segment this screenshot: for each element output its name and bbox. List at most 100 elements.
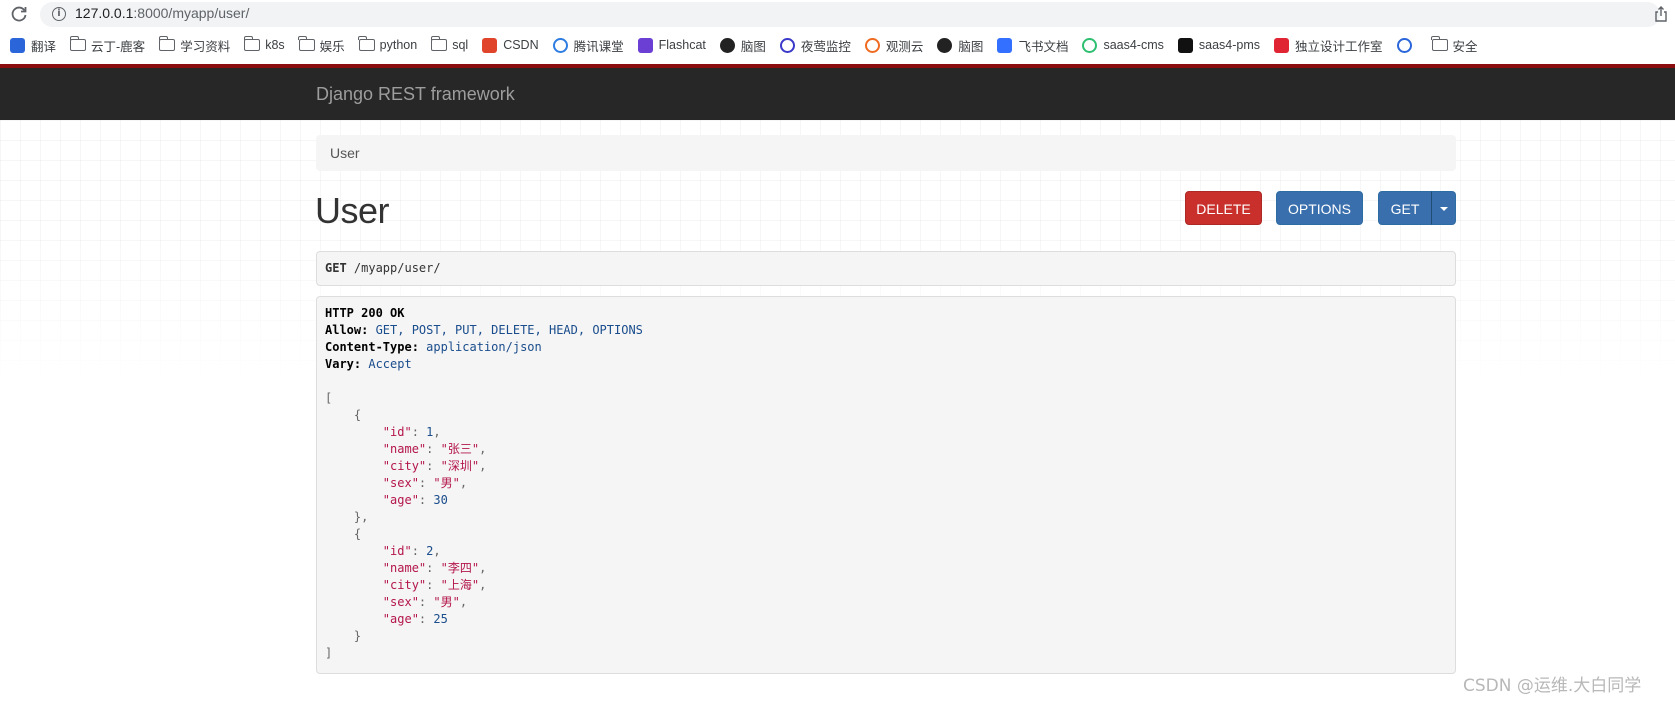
json-object-close: }, bbox=[325, 510, 369, 524]
json-field: "name": "李四", bbox=[382, 561, 487, 575]
share-icon[interactable] bbox=[1654, 6, 1668, 22]
json-key: "id" bbox=[382, 544, 412, 558]
bookmark-item[interactable]: k8s bbox=[243, 35, 285, 53]
json-key: "id" bbox=[382, 425, 412, 439]
bookmark-item[interactable]: 安全 bbox=[1431, 35, 1478, 55]
feishu-doc-icon bbox=[997, 37, 1013, 53]
response-header: Content-Type: application/json bbox=[325, 339, 1447, 356]
delete-button[interactable]: DELETE bbox=[1185, 191, 1262, 225]
bookmark-item[interactable]: saas4-pms bbox=[1177, 37, 1261, 53]
json-key: "name" bbox=[382, 561, 427, 575]
bookmark-item[interactable] bbox=[1396, 37, 1418, 53]
watermark: CSDN @运维.大白同学 bbox=[1463, 676, 1642, 696]
bookmark-item[interactable]: 独立设计工作室 bbox=[1274, 36, 1383, 55]
json-field: "sex": "男", bbox=[382, 476, 468, 490]
json-key: "city" bbox=[382, 459, 427, 473]
bookmark-label: sql bbox=[452, 38, 469, 52]
bookmark-item[interactable]: CSDN bbox=[482, 37, 539, 53]
bookmark-label: 安全 bbox=[1452, 39, 1478, 54]
mindmap-owl-icon bbox=[719, 37, 735, 53]
breadcrumb-item-user[interactable]: User bbox=[330, 145, 360, 161]
json-key: "sex" bbox=[382, 476, 419, 490]
bookmark-label: 云丁-鹿客 bbox=[91, 39, 146, 54]
json-value: 25 bbox=[433, 612, 448, 626]
json-object-open: { bbox=[325, 527, 362, 541]
response-status: HTTP 200 OK bbox=[325, 306, 405, 320]
bookmark-item[interactable]: 云丁-鹿客 bbox=[69, 35, 146, 55]
request-method: GET bbox=[325, 261, 347, 275]
response-header: Allow: GET, POST, PUT, DELETE, HEAD, OPT… bbox=[325, 322, 1447, 339]
json-field: "city": "上海", bbox=[382, 578, 487, 592]
url-text[interactable]: 127.0.0.1:8000/myapp/user/ bbox=[75, 5, 249, 21]
response-header-key: Allow: bbox=[325, 323, 369, 337]
bookmark-label: 观测云 bbox=[885, 39, 924, 54]
bookmark-label: Flashcat bbox=[658, 38, 706, 52]
json-field: "age": 30 bbox=[382, 493, 448, 507]
bookmark-label: 独立设计工作室 bbox=[1295, 39, 1383, 54]
url-bar[interactable] bbox=[40, 2, 1660, 27]
bookmark-item[interactable]: sql bbox=[430, 35, 469, 53]
json-object-close: } bbox=[325, 629, 362, 643]
bookmark-item[interactable]: python bbox=[358, 35, 418, 53]
options-button[interactable]: OPTIONS bbox=[1276, 191, 1363, 225]
page-title: User bbox=[315, 190, 390, 231]
response-header-value: application/json bbox=[418, 340, 542, 354]
folder-icon bbox=[358, 35, 375, 53]
bookmark-item[interactable]: 夜莺监控 bbox=[779, 36, 851, 55]
json-object-open: { bbox=[325, 408, 362, 422]
response-info: HTTP 200 OK Allow: GET, POST, PUT, DELET… bbox=[316, 296, 1456, 674]
bookmark-item[interactable]: 学习资料 bbox=[158, 35, 230, 55]
saas-pms-icon bbox=[1177, 37, 1193, 53]
folder-icon bbox=[430, 35, 448, 53]
flashcat-icon bbox=[637, 37, 653, 53]
request-info: GET /myapp/user/ bbox=[316, 251, 1456, 286]
navbar: Django REST framework bbox=[0, 68, 1675, 120]
bookmark-item[interactable]: Flashcat bbox=[637, 37, 706, 53]
bookmark-label: saas4-pms bbox=[1198, 38, 1261, 52]
bookmark-item[interactable]: 脑图 bbox=[937, 36, 983, 55]
json-value: 30 bbox=[433, 493, 448, 507]
tencent-class-icon bbox=[552, 37, 568, 53]
bookmark-item[interactable]: saas4-cms bbox=[1082, 37, 1164, 53]
json-key: "age" bbox=[382, 493, 419, 507]
bookmark-label: 脑图 bbox=[740, 39, 766, 54]
url-host: 127.0.0.1 bbox=[75, 5, 134, 21]
link-icon bbox=[1396, 37, 1412, 53]
bookmark-label: 夜莺监控 bbox=[800, 39, 851, 54]
bookmark-label: 飞书文档 bbox=[1018, 39, 1069, 54]
json-key: "age" bbox=[382, 612, 419, 626]
json-field: "age": 25 bbox=[382, 612, 448, 626]
nightingale-icon bbox=[779, 37, 795, 53]
bookmark-item[interactable]: 飞书文档 bbox=[997, 36, 1068, 55]
get-format-dropdown[interactable] bbox=[1431, 191, 1456, 225]
reload-icon[interactable] bbox=[10, 5, 28, 23]
bookmark-item[interactable]: 翻译 bbox=[10, 36, 56, 55]
json-value: "李四" bbox=[440, 561, 480, 575]
bookmark-item[interactable]: 腾讯课堂 bbox=[552, 36, 624, 55]
caret-down-icon bbox=[1440, 207, 1448, 211]
mindmap-owl-icon bbox=[937, 37, 953, 53]
translate-icon bbox=[10, 37, 25, 53]
studio-icon bbox=[1274, 37, 1290, 53]
breadcrumb: User bbox=[316, 135, 1456, 171]
json-field: "name": "张三", bbox=[382, 442, 487, 456]
json-value: "深圳" bbox=[440, 459, 480, 473]
response-header: Vary: Accept bbox=[325, 356, 1447, 373]
bookmarks-bar: 翻译 云丁-鹿客 学习资料 k8s 娱乐 python sql CSDN 腾讯课堂 Flashca… bbox=[0, 32, 1675, 58]
bookmark-label: 翻译 bbox=[31, 39, 57, 54]
brand-link[interactable]: Django REST framework bbox=[316, 84, 515, 105]
json-value: "上海" bbox=[440, 578, 480, 592]
get-button[interactable]: GET bbox=[1378, 191, 1432, 225]
site-info-icon[interactable]: i bbox=[52, 7, 66, 21]
saas-cms-icon bbox=[1082, 37, 1098, 53]
folder-icon bbox=[1431, 35, 1448, 53]
request-path: /myapp/user/ bbox=[346, 261, 441, 275]
folder-icon bbox=[69, 35, 87, 53]
bookmark-item[interactable]: 脑图 bbox=[719, 36, 766, 55]
response-header-value: GET, POST, PUT, DELETE, HEAD, OPTIONS bbox=[368, 323, 643, 337]
json-array-close: ] bbox=[325, 646, 333, 660]
bookmark-item[interactable]: 娱乐 bbox=[298, 35, 345, 55]
bookmark-item[interactable]: 观测云 bbox=[864, 36, 924, 55]
bookmark-label: python bbox=[379, 38, 418, 52]
